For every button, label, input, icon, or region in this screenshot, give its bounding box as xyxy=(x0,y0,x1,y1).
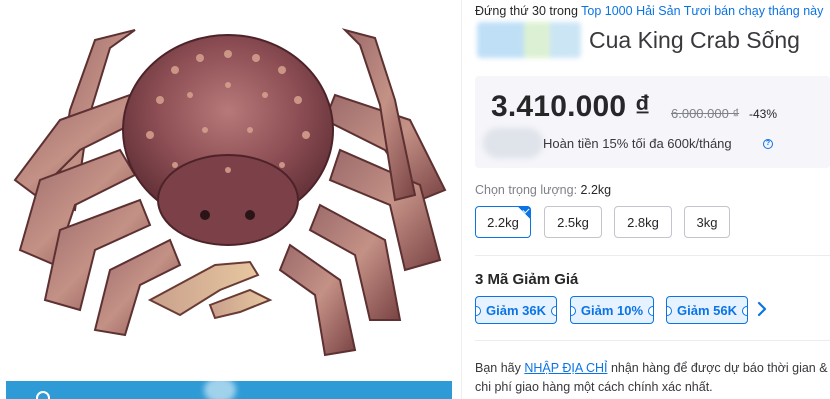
section-divider xyxy=(475,340,830,341)
weight-option-2-5kg[interactable]: 2.5kg xyxy=(544,206,602,238)
weight-option-label: 2.8kg xyxy=(627,214,659,230)
info-icon[interactable]: ? xyxy=(763,139,773,149)
ranking-link[interactable]: Top 1000 Hải Sản Tươi bán chạy tháng này xyxy=(581,4,823,18)
weight-selected-value: 2.2kg xyxy=(580,183,612,197)
product-image[interactable] xyxy=(0,0,461,380)
loading-icon xyxy=(36,391,50,399)
blurred-overlay xyxy=(204,377,236,399)
product-title: Cua King Crab Sống xyxy=(589,27,800,53)
cashback-logo-blurred xyxy=(483,128,543,158)
section-divider xyxy=(475,255,830,256)
coupon-56k[interactable]: Giảm 56K xyxy=(666,296,748,324)
cashback-text: Hoàn tiền 15% tối đa 600k/tháng xyxy=(543,136,732,151)
weight-option-label: 2.5kg xyxy=(557,214,589,230)
king-crab-image xyxy=(13,28,447,357)
check-icon xyxy=(517,206,531,220)
address-prompt: Bạn hãy NHẬP ĐỊA CHỈ nhận hàng để được d… xyxy=(475,359,830,397)
weight-label: Chọn trọng lượng: 2.2kg xyxy=(475,183,611,197)
coupon-label: Giảm 10% xyxy=(580,302,644,318)
product-info: Đứng thứ 30 trong Top 1000 Hải Sản Tươi … xyxy=(463,0,830,399)
ranking-line: Đứng thứ 30 trong Top 1000 Hải Sản Tươi … xyxy=(475,4,823,18)
discount-badge: -43% xyxy=(749,107,778,121)
weight-option-2-2kg[interactable]: 2.2kg xyxy=(475,206,531,238)
coupon-10-percent[interactable]: Giảm 10% xyxy=(570,296,654,324)
brand-logo-blurred xyxy=(477,22,581,58)
weight-option-label: 2.2kg xyxy=(487,214,519,230)
weight-option-3kg[interactable]: 3kg xyxy=(684,206,730,238)
weight-option-label: 3kg xyxy=(696,214,718,230)
ranking-prefix: Đứng thứ 30 trong xyxy=(475,4,578,18)
coupon-section-title: 3 Mã Giảm Giá xyxy=(475,271,579,288)
coupon-label: Giảm 56K xyxy=(677,302,737,318)
coupon-36k[interactable]: Giảm 36K xyxy=(475,296,557,324)
chevron-right-icon[interactable] xyxy=(754,301,770,317)
enter-address-link[interactable]: NHẬP ĐỊA CHỈ xyxy=(524,361,607,375)
coupon-label: Giảm 36K xyxy=(486,302,546,318)
weight-label-text: Chọn trọng lượng: xyxy=(475,183,581,197)
product-gallery xyxy=(0,0,462,399)
address-prompt-before: Bạn hãy xyxy=(475,361,525,375)
list-price: 6.000.000 ₫ xyxy=(671,106,740,121)
image-footer-bar xyxy=(6,377,452,399)
price-box: 3.410.000 ₫ 6.000.000 ₫ -43% Hoàn tiền 1… xyxy=(475,76,830,168)
weight-option-2-8kg[interactable]: 2.8kg xyxy=(614,206,672,238)
current-price: 3.410.000 ₫ xyxy=(491,90,651,123)
